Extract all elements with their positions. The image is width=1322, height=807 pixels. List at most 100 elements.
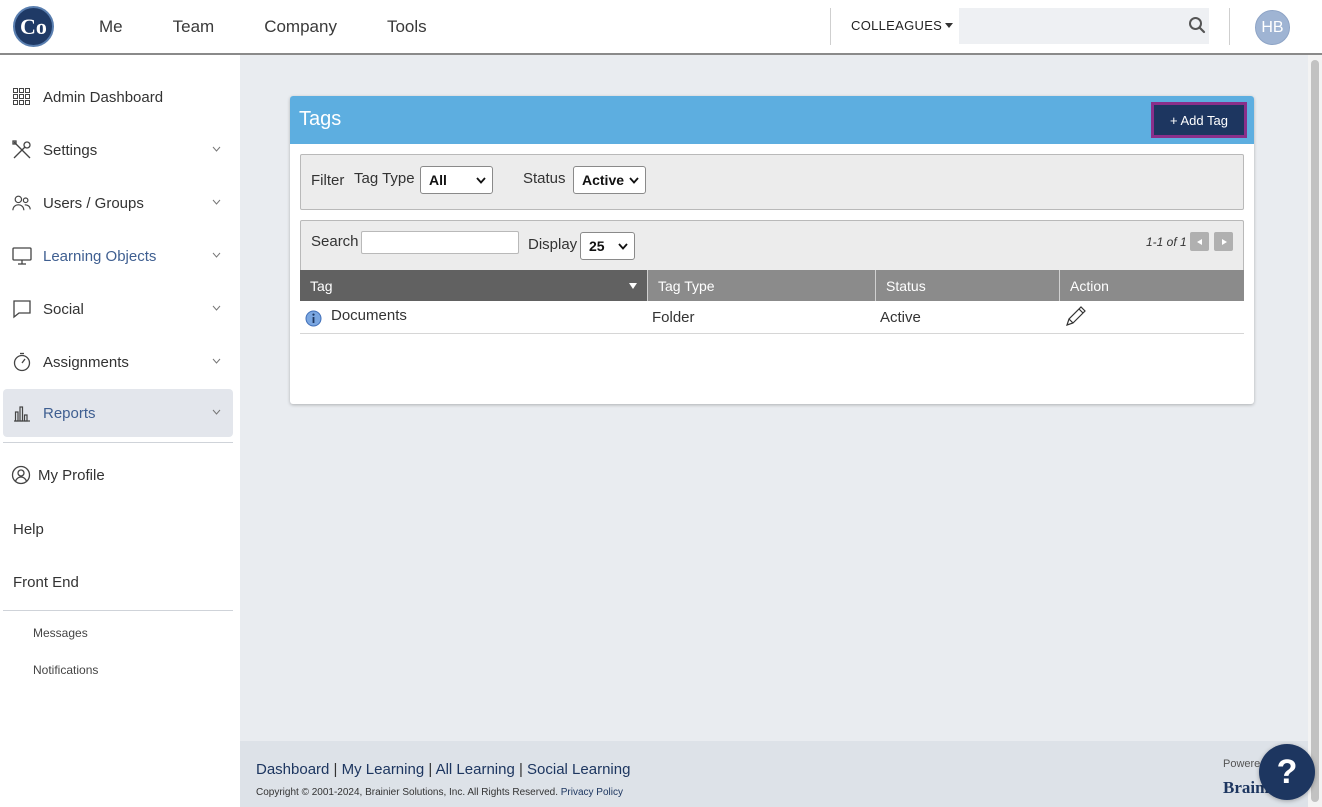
column-header-tag[interactable]: Tag xyxy=(300,270,648,301)
nav-me[interactable]: Me xyxy=(99,17,123,37)
search-label: Search xyxy=(311,233,359,250)
tag-search-input[interactable] xyxy=(361,231,519,254)
footer-link-my-learning[interactable]: My Learning xyxy=(342,761,425,778)
search-icon[interactable] xyxy=(1188,16,1206,34)
next-page-button[interactable] xyxy=(1214,232,1233,251)
column-header-label: Tag Type xyxy=(658,277,715,294)
sidebar-item-label: Social xyxy=(43,300,84,318)
sidebar-link-front-end[interactable]: Front End xyxy=(13,574,79,591)
tag-type-label: Tag Type xyxy=(354,170,415,187)
sidebar-item-label: Admin Dashboard xyxy=(43,88,164,106)
sidebar-item-label: Learning Objects xyxy=(43,247,157,265)
cell-tag[interactable]: Documents xyxy=(331,307,407,324)
bar-chart-icon xyxy=(12,403,32,423)
user-circle-icon xyxy=(11,465,31,485)
column-header-status[interactable]: Status xyxy=(876,270,1060,301)
divider xyxy=(3,610,233,611)
display-count-select[interactable]: 25 xyxy=(580,232,635,260)
tags-panel: Tags + Add Tag Filter Tag Type All Statu… xyxy=(290,96,1254,404)
users-icon xyxy=(12,193,32,213)
company-logo[interactable]: Co xyxy=(13,6,54,47)
prev-page-button[interactable] xyxy=(1190,232,1209,251)
column-header-label: Tag xyxy=(310,277,333,294)
footer-link-social-learning[interactable]: Social Learning xyxy=(527,761,630,778)
filter-label: Filter xyxy=(311,172,345,189)
panel-header: Tags + Add Tag xyxy=(290,96,1254,144)
chevron-down-icon xyxy=(212,252,221,258)
triangle-left-icon xyxy=(1196,238,1202,245)
chat-icon xyxy=(12,299,32,319)
footer-link-dashboard[interactable]: Dashboard xyxy=(256,761,329,778)
colleagues-dropdown[interactable]: COLLEAGUES xyxy=(851,18,954,33)
grid-toolbar: Search Display 25 1-1 of 1 xyxy=(300,220,1244,271)
sidebar-item-settings[interactable]: Settings xyxy=(3,126,233,174)
sidebar-item-label: Assignments xyxy=(43,353,129,371)
copyright-label: Copyright © 2001-2024, Brainier Solution… xyxy=(256,787,558,798)
edit-pencil-icon[interactable] xyxy=(1064,304,1088,328)
status-value: Active xyxy=(582,172,625,188)
sidebar-link-messages[interactable]: Messages xyxy=(33,626,88,640)
help-button[interactable]: ? xyxy=(1259,744,1315,800)
chevron-down-icon xyxy=(212,199,221,205)
top-nav: Me Team Company Tools xyxy=(74,0,452,53)
top-bar: Co Me Team Company Tools COLLEAGUES HB xyxy=(0,0,1322,55)
stopwatch-icon xyxy=(12,352,32,372)
colleague-search-input[interactable] xyxy=(959,8,1209,44)
add-tag-button[interactable]: + Add Tag xyxy=(1151,102,1247,138)
status-select[interactable]: Active xyxy=(573,166,646,194)
sidebar-item-assignments[interactable]: Assignments xyxy=(3,338,233,386)
colleagues-label: COLLEAGUES xyxy=(851,18,943,33)
display-count-value: 25 xyxy=(589,238,605,254)
divider xyxy=(1229,8,1230,45)
sidebar-item-learning-objects[interactable]: Learning Objects xyxy=(3,232,233,280)
pager-count: 1-1 of 1 xyxy=(1146,235,1187,249)
table-row: Documents Folder Active xyxy=(300,301,1244,334)
page-scrollbar[interactable] xyxy=(1308,55,1322,807)
privacy-policy-link[interactable]: Privacy Policy xyxy=(561,787,623,798)
sidebar-item-my-profile[interactable]: My Profile xyxy=(3,451,233,499)
sidebar-item-social[interactable]: Social xyxy=(3,285,233,333)
chevron-down-icon xyxy=(629,177,639,184)
sidebar-link-notifications[interactable]: Notifications xyxy=(33,663,98,677)
sidebar-item-users-groups[interactable]: Users / Groups xyxy=(3,179,233,227)
display-label: Display xyxy=(528,236,578,253)
footer-link-all-learning[interactable]: All Learning xyxy=(436,761,515,778)
scrollbar-thumb[interactable] xyxy=(1311,60,1319,802)
tag-type-select[interactable]: All xyxy=(420,166,493,194)
sidebar-item-admin-dashboard[interactable]: Admin Dashboard xyxy=(3,73,233,121)
chevron-down-icon xyxy=(212,409,221,415)
sidebar-item-label: Reports xyxy=(43,404,96,422)
sidebar-item-label: My Profile xyxy=(38,466,105,484)
column-header-label: Status xyxy=(886,277,926,294)
column-header-tag-type[interactable]: Tag Type xyxy=(648,270,876,301)
nav-company[interactable]: Company xyxy=(264,17,337,37)
sidebar: Admin Dashboard Settings Users / Groups … xyxy=(0,55,240,807)
grid-icon xyxy=(12,87,32,107)
footer: Dashboard | My Learning | All Learning |… xyxy=(240,741,1308,807)
monitor-icon xyxy=(12,246,32,266)
triangle-right-icon xyxy=(1221,238,1227,245)
nav-team[interactable]: Team xyxy=(173,17,215,37)
nav-tools[interactable]: Tools xyxy=(387,17,427,37)
cell-status: Active xyxy=(880,309,921,326)
sidebar-link-help[interactable]: Help xyxy=(13,521,44,538)
filter-bar: Filter Tag Type All Status Active xyxy=(300,154,1244,210)
chevron-down-icon xyxy=(212,305,221,311)
chevron-down-icon xyxy=(212,146,221,152)
sidebar-item-reports[interactable]: Reports xyxy=(3,389,233,437)
sort-desc-icon xyxy=(629,283,637,289)
info-icon[interactable] xyxy=(305,310,322,327)
cell-tag-type: Folder xyxy=(652,309,695,326)
chevron-down-icon xyxy=(476,177,486,184)
copyright-text: Copyright © 2001-2024, Brainier Solution… xyxy=(256,787,623,798)
chevron-down-icon xyxy=(618,243,628,250)
sidebar-item-label: Settings xyxy=(43,141,98,159)
footer-links: Dashboard | My Learning | All Learning |… xyxy=(256,761,631,778)
column-header-action: Action xyxy=(1060,270,1244,301)
chevron-down-icon xyxy=(212,358,221,364)
user-avatar[interactable]: HB xyxy=(1255,10,1290,45)
tag-type-value: All xyxy=(429,172,447,188)
page-title: Tags xyxy=(299,108,342,130)
column-header-label: Action xyxy=(1070,277,1109,294)
divider xyxy=(830,8,831,45)
